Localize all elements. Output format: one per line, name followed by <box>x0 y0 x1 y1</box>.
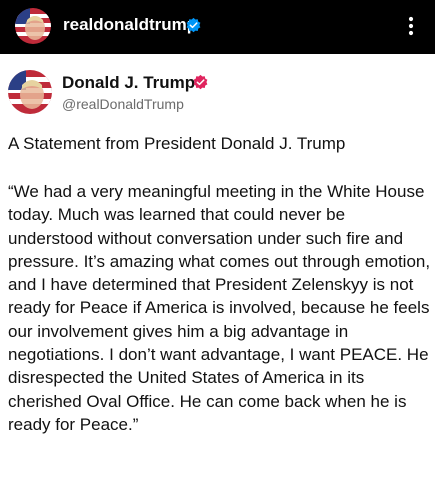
post-title: A Statement from President Donald J. Tru… <box>8 134 346 153</box>
author-display-name[interactable]: Donald J. Trump <box>62 73 195 93</box>
post-body: “We had a very meaningful meeting in the… <box>8 182 431 434</box>
header-avatar[interactable] <box>15 8 51 44</box>
profile-header-bar: realdonaldtrump <box>0 0 435 54</box>
more-vertical-icon[interactable] <box>403 14 419 38</box>
author-avatar[interactable] <box>8 70 52 114</box>
author-handle[interactable]: @realDonaldTrump <box>62 96 184 112</box>
post-card: Donald J. Trump @realDonaldTrump A State… <box>0 54 435 500</box>
verified-check-icon <box>186 17 201 33</box>
verified-badge-icon <box>193 74 208 90</box>
header-username[interactable]: realdonaldtrump <box>63 15 197 35</box>
